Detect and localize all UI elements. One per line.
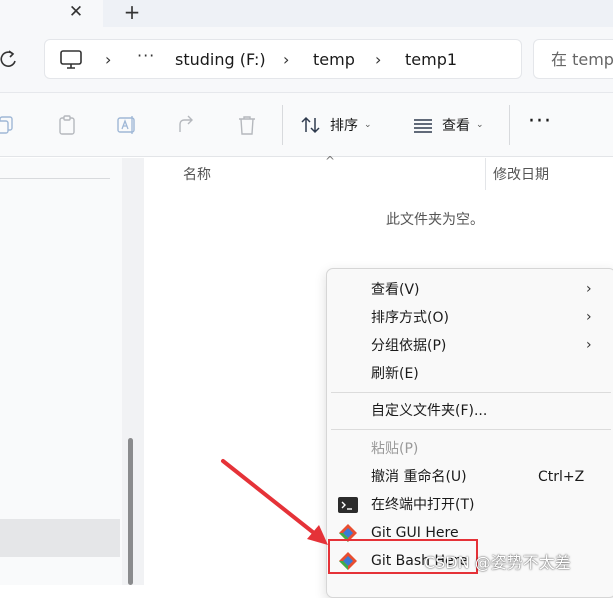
paste-icon[interactable]: [56, 114, 78, 136]
view-label: 查看: [442, 118, 470, 134]
menu-item-label: 查看(V): [371, 282, 420, 298]
refresh-icon[interactable]: [0, 49, 18, 69]
menu-item-label: 排序方式(O): [371, 310, 449, 326]
search-input[interactable]: 在 temp: [533, 39, 613, 79]
empty-folder-message: 此文件夹为空。: [386, 212, 484, 228]
menu-separator: [331, 429, 611, 430]
menu-item-label: 在终端中打开(T): [371, 497, 475, 513]
menu-item-customize-folder[interactable]: 自定义文件夹(F)...: [327, 397, 613, 425]
chevron-down-icon: ⌄: [364, 120, 372, 130]
breadcrumb-temp1[interactable]: temp1: [405, 48, 457, 72]
sort-label: 排序: [330, 118, 358, 134]
active-tab[interactable]: ✕: [0, 0, 103, 27]
menu-separator: [331, 392, 611, 393]
breadcrumb-overflow[interactable]: ···: [137, 46, 155, 65]
breadcrumb-separator[interactable]: ›: [105, 49, 111, 71]
divider: [509, 105, 510, 145]
divider: [282, 105, 283, 145]
view-icon: [414, 119, 432, 133]
breadcrumb-drive[interactable]: studing (F:): [175, 48, 266, 72]
menu-item-label: 自定义文件夹(F)...: [371, 403, 488, 419]
nav-scrollbar-track[interactable]: [122, 158, 144, 585]
sort-icon: [301, 116, 320, 134]
menu-item-label: 刷新(E): [371, 366, 419, 382]
address-bar[interactable]: › ··· studing (F:) › temp › temp1: [44, 39, 522, 79]
menu-item-group-by[interactable]: 分组依据(P) ›: [327, 332, 613, 360]
this-pc-icon[interactable]: [59, 49, 83, 71]
rename-icon[interactable]: [116, 114, 138, 136]
nav-scrollbar-thumb[interactable]: [128, 438, 133, 585]
menu-item-view[interactable]: 查看(V) ›: [327, 276, 613, 304]
more-options-button[interactable]: ···: [528, 111, 552, 133]
address-row: › ··· studing (F:) › temp › temp1 在 temp: [0, 27, 613, 93]
nav-selected-item[interactable]: [0, 519, 120, 557]
column-header-date[interactable]: 修改日期: [493, 166, 549, 184]
shortcut-label: Ctrl+Z: [538, 469, 585, 485]
menu-item-label: 撤消 重命名(U): [371, 469, 467, 485]
view-button[interactable]: 查看 ⌄: [412, 109, 484, 141]
sort-indicator-icon: ^: [325, 154, 336, 168]
menu-item-sort-by[interactable]: 排序方式(O) ›: [327, 304, 613, 332]
column-header-name[interactable]: 名称: [183, 166, 211, 184]
divider: [0, 178, 110, 179]
menu-item-label: 分组依据(P): [371, 338, 447, 354]
menu-item-refresh[interactable]: 刷新(E): [327, 360, 613, 388]
close-tab-icon[interactable]: ✕: [66, 2, 86, 22]
menu-item-undo-rename[interactable]: 撤消 重命名(U) Ctrl+Z: [327, 463, 613, 491]
annotation-arrow-icon: [221, 459, 328, 545]
delete-icon[interactable]: [236, 114, 258, 136]
command-bar: 排序 ⌄ 查看 ⌄ ···: [0, 93, 613, 157]
search-placeholder: 在 temp: [551, 50, 613, 69]
breadcrumb-temp[interactable]: temp: [313, 48, 355, 72]
new-tab-icon[interactable]: +: [121, 1, 143, 23]
menu-item-open-in-terminal[interactable]: 在终端中打开(T): [327, 491, 613, 519]
terminal-icon: [338, 497, 358, 513]
chevron-right-icon: ›: [586, 309, 592, 325]
tab-strip: ✕ +: [0, 0, 613, 27]
navigation-pane: [0, 158, 122, 585]
breadcrumb-separator[interactable]: ›: [375, 49, 381, 71]
copy-icon[interactable]: [0, 114, 16, 136]
chevron-right-icon: ›: [586, 337, 592, 353]
watermark: CSDN @姿势不太差: [424, 553, 571, 572]
menu-item-paste: 粘贴(P): [327, 435, 613, 463]
column-divider[interactable]: [485, 158, 486, 190]
share-icon[interactable]: [176, 114, 198, 136]
breadcrumb-separator[interactable]: ›: [283, 49, 289, 71]
sort-button[interactable]: 排序 ⌄: [300, 109, 372, 141]
chevron-down-icon: ⌄: [476, 120, 484, 130]
chevron-right-icon: ›: [586, 281, 592, 297]
menu-item-label: 粘贴(P): [371, 441, 419, 457]
